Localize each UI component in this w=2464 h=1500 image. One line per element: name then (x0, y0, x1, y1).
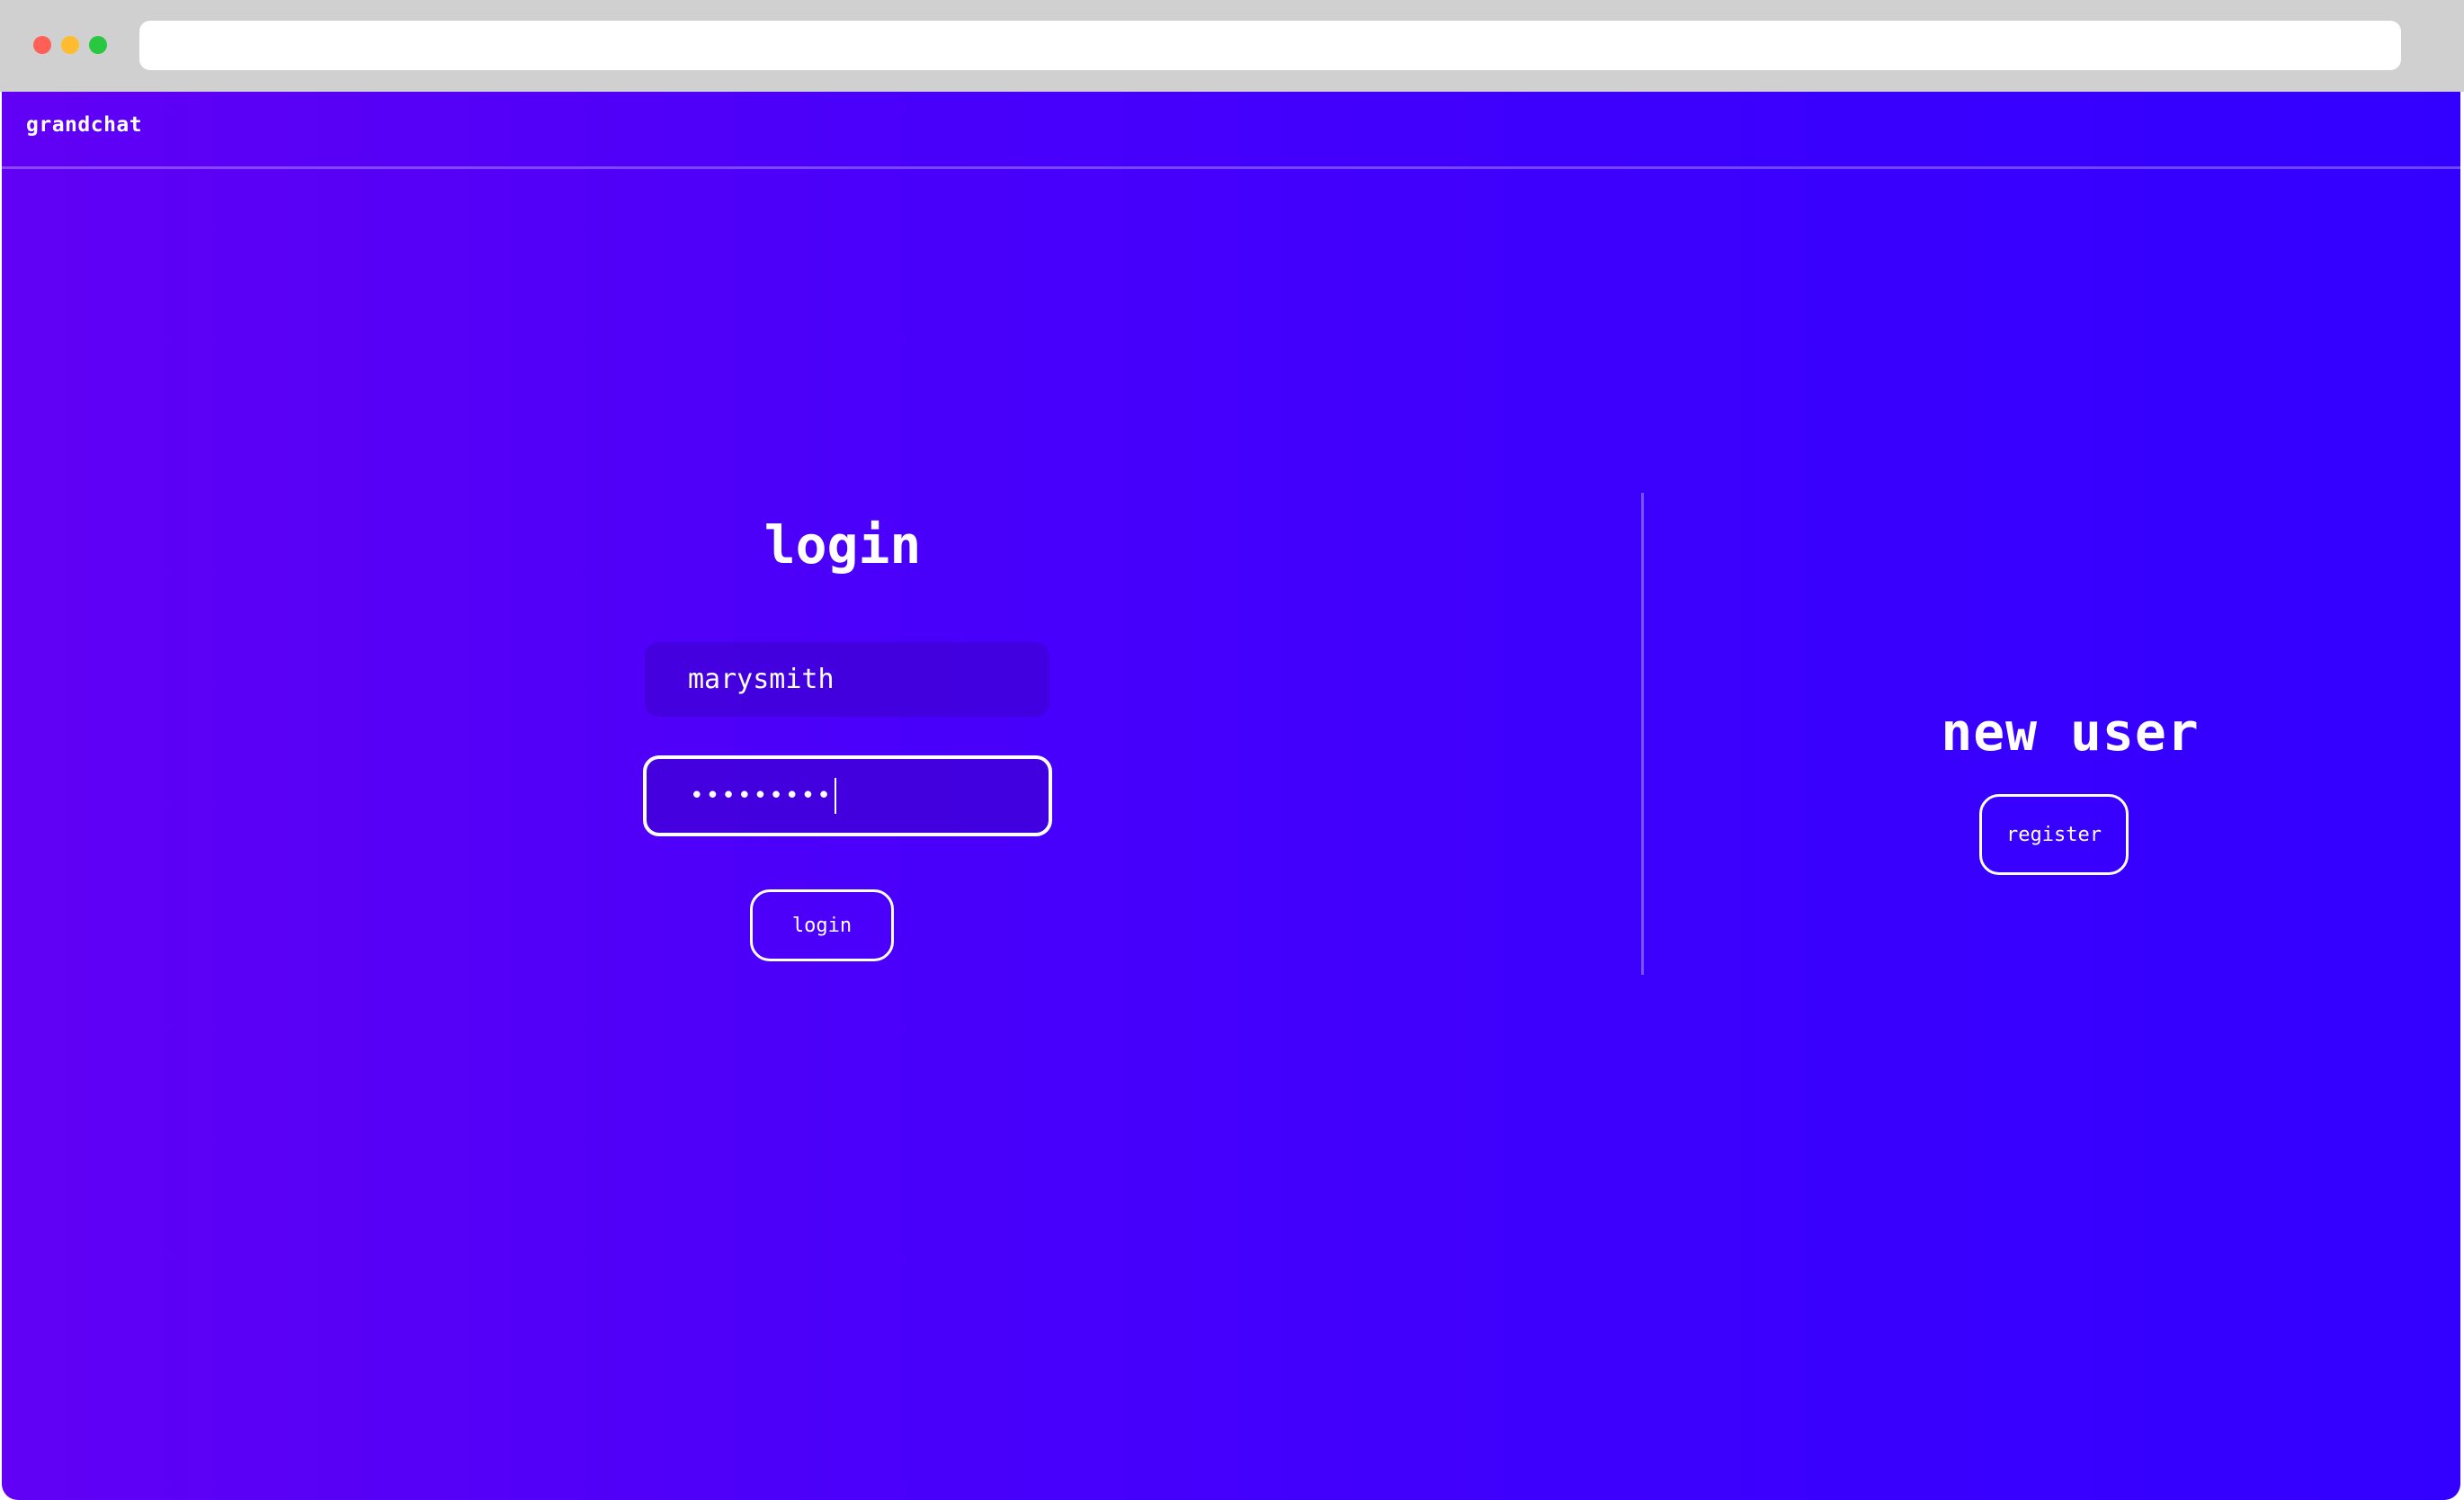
new-user-heading: new user (1941, 701, 2200, 763)
browser-window: grandchat login ••••••••• login new user… (0, 0, 2464, 1500)
section-divider (1641, 493, 1644, 975)
brand-logo[interactable]: grandchat (26, 113, 142, 137)
text-caret (834, 778, 836, 814)
address-bar[interactable] (139, 21, 2401, 70)
register-button[interactable]: register (1979, 794, 2129, 875)
login-heading: login (763, 514, 922, 576)
page-content: grandchat login ••••••••• login new user… (2, 92, 2460, 1500)
password-masked-value: ••••••••• (690, 782, 833, 809)
top-nav: grandchat (2, 92, 2460, 169)
password-field[interactable]: ••••••••• (643, 755, 1052, 836)
login-button[interactable]: login (750, 889, 894, 961)
close-window-icon[interactable] (33, 36, 51, 54)
browser-chrome (0, 0, 2464, 92)
username-field[interactable] (645, 642, 1049, 717)
maximize-window-icon[interactable] (89, 36, 107, 54)
minimize-window-icon[interactable] (61, 36, 79, 54)
